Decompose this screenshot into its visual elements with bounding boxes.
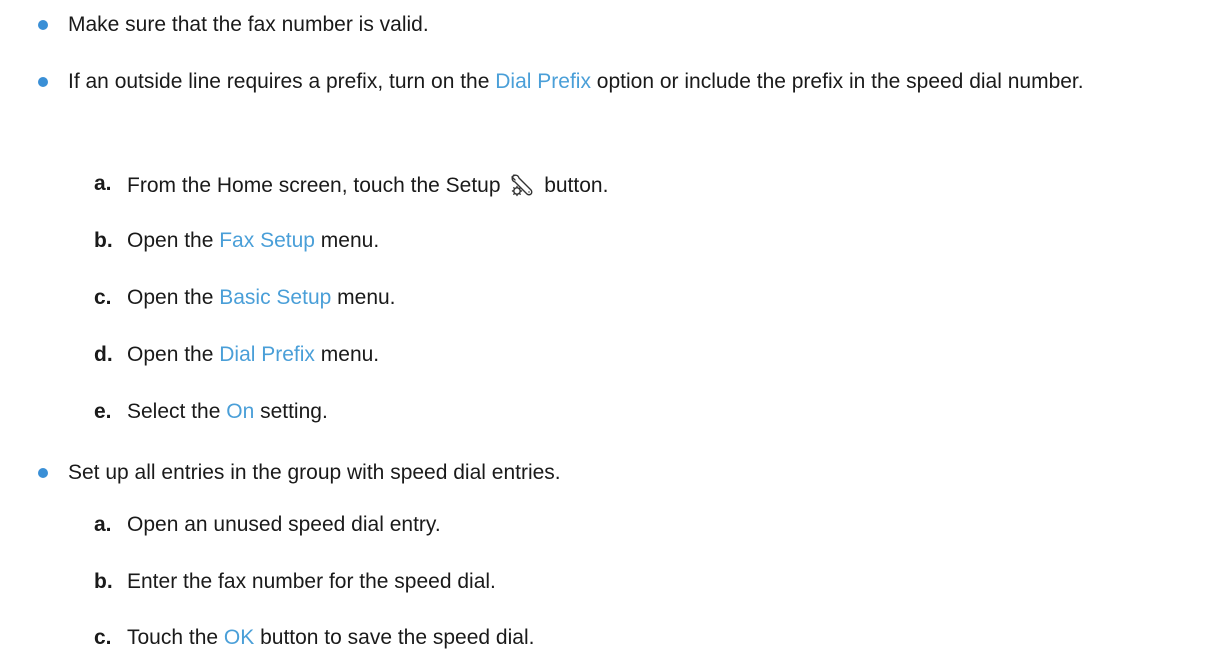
step-letter: d.	[94, 343, 113, 366]
step-e-text: Select the On setting.	[127, 400, 328, 423]
step-a-text: Open an unused speed dial entry.	[127, 513, 441, 536]
bullet-marker	[38, 468, 48, 478]
fax-setup-menu-label: Fax Setup	[219, 229, 315, 252]
step-b-text: Open the Fax Setup menu.	[127, 229, 380, 252]
step-letter: e.	[94, 400, 112, 423]
step-b-text: Enter the fax number for the speed dial.	[127, 570, 496, 593]
bullet-2-text: If an outside line requires a prefix, tu…	[68, 70, 1084, 93]
on-setting-label: On	[226, 400, 255, 423]
step-letter: a.	[94, 513, 112, 536]
bullet-3-text: Set up all entries in the group with spe…	[68, 461, 561, 484]
step-c-text: Open the Basic Setup menu.	[127, 286, 396, 309]
step-c-text: Touch the OK button to save the speed di…	[127, 626, 535, 649]
bullet-1-text: Make sure that the fax number is valid.	[68, 13, 429, 36]
step-d-text: Open the Dial Prefix menu.	[127, 343, 380, 366]
bullet-marker	[38, 20, 48, 30]
ok-button-label: OK	[223, 626, 255, 649]
setup-wrench-gear-icon	[509, 172, 535, 204]
bullet-marker	[38, 77, 48, 87]
step-letter: c.	[94, 286, 112, 309]
step-letter: c.	[94, 626, 112, 649]
step-letter: b.	[94, 229, 113, 252]
dial-prefix-menu-label: Dial Prefix	[219, 343, 315, 366]
dial-prefix-option-label: Dial Prefix	[495, 70, 591, 93]
step-a-text: From the Home screen, touch the Setup bu…	[127, 172, 608, 204]
step-letter: b.	[94, 570, 113, 593]
basic-setup-menu-label: Basic Setup	[219, 286, 332, 309]
step-letter: a.	[94, 172, 112, 195]
